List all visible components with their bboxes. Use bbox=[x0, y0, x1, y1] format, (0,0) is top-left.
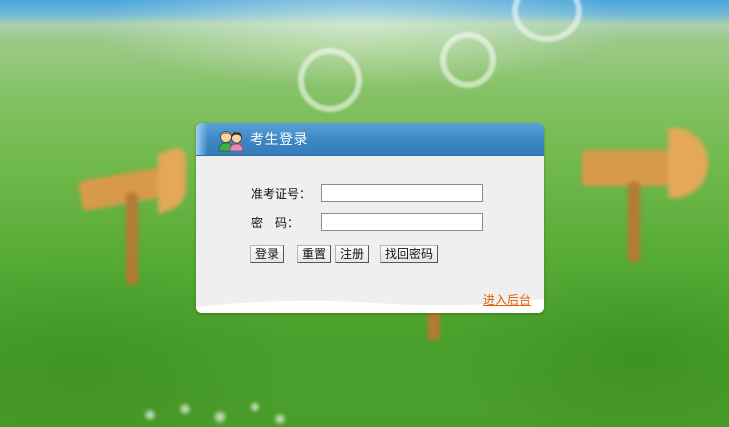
two-users-icon bbox=[217, 130, 245, 152]
login-panel: 考生登录 准考证号： 密 码： 登录 重置 注册 找回密码 进入后台 bbox=[196, 123, 544, 313]
background-signpost-right bbox=[578, 122, 718, 262]
exam-id-label: 准考证号： bbox=[251, 187, 312, 201]
password-input[interactable] bbox=[321, 213, 483, 231]
exam-id-input[interactable] bbox=[321, 184, 483, 202]
background-signpost-left bbox=[78, 143, 200, 285]
reset-button[interactable]: 重置 bbox=[297, 245, 332, 263]
recover-password-button[interactable]: 找回密码 bbox=[380, 245, 439, 263]
background-flowers bbox=[130, 395, 300, 427]
background-bubble bbox=[298, 48, 362, 112]
login-panel-header: 考生登录 bbox=[196, 123, 544, 156]
login-button[interactable]: 登录 bbox=[250, 245, 285, 263]
login-panel-title: 考生登录 bbox=[250, 132, 308, 148]
admin-backend-link[interactable]: 进入后台 bbox=[483, 293, 531, 307]
password-label: 密 码： bbox=[251, 216, 300, 230]
register-button[interactable]: 注册 bbox=[335, 245, 370, 263]
login-page: 考生登录 准考证号： 密 码： 登录 重置 注册 找回密码 进入后台 bbox=[0, 0, 729, 427]
background-bubble bbox=[440, 32, 496, 88]
